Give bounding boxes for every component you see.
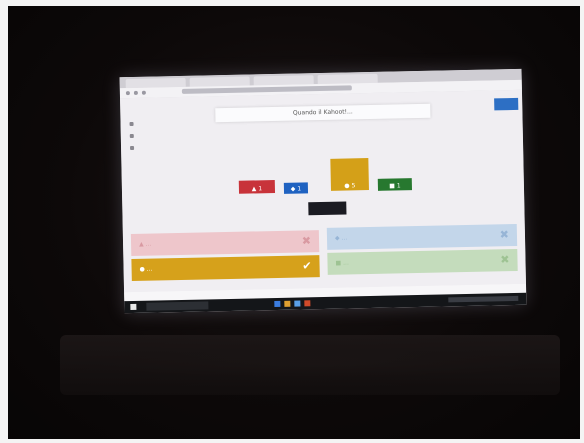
back-icon[interactable] xyxy=(125,91,130,96)
result-count: 1 xyxy=(297,185,302,193)
cross-icon: ✖ xyxy=(500,253,510,267)
image-border xyxy=(0,0,8,443)
next-button[interactable] xyxy=(494,97,519,111)
result-bar-blue: ◆ 1 xyxy=(283,182,309,194)
question-text: Quando il Kahoot!... xyxy=(215,103,431,123)
result-bar-label: ● 5 xyxy=(331,182,369,190)
taskbar-app-icon[interactable] xyxy=(284,300,291,307)
result-count: 5 xyxy=(351,182,356,190)
answer-text: ... xyxy=(145,240,152,248)
laptop-screen: Quando il Kahoot!... ▲ 1 ◆ 1 ● 5 ■ 1 ▲ ... ✖… xyxy=(119,68,527,314)
answer-count-box xyxy=(308,201,347,216)
quiz-results-page: Quando il Kahoot!... ▲ 1 ◆ 1 ● 5 ■ 1 ▲ ... ✖… xyxy=(120,89,526,293)
cross-icon: ✖ xyxy=(301,234,312,248)
windows-start-icon[interactable] xyxy=(130,303,137,311)
taskbar-app-icon[interactable] xyxy=(304,300,311,307)
answer-text: ... xyxy=(343,259,349,267)
result-bar-gold: ● 5 xyxy=(330,158,369,191)
result-bar-label: ▲ 1 xyxy=(239,185,275,193)
result-bar-green: ■ 1 xyxy=(377,178,413,191)
square-icon: ■ xyxy=(389,182,395,190)
answer-option-blue: ◆ ... ✖ xyxy=(326,223,518,250)
answer-option-red: ▲ ... ✖ xyxy=(130,230,320,257)
url-field[interactable] xyxy=(181,85,352,94)
check-icon: ✔ xyxy=(302,259,312,273)
result-count: 1 xyxy=(396,182,401,190)
answer-option-gold-correct: ● ... ✔ xyxy=(131,255,320,282)
triangle-icon: ▲ xyxy=(251,185,257,193)
side-icon[interactable] xyxy=(130,145,135,151)
answer-text: ... xyxy=(146,265,153,273)
taskbar-app-icon[interactable] xyxy=(294,300,301,307)
result-count: 1 xyxy=(258,185,263,193)
result-bar-label: ◆ 1 xyxy=(284,185,308,193)
result-bar-red: ▲ 1 xyxy=(238,180,276,194)
diamond-icon: ◆ xyxy=(334,234,340,242)
cross-icon: ✖ xyxy=(499,228,510,242)
taskbar-search[interactable] xyxy=(146,301,209,311)
image-border xyxy=(580,0,584,443)
circle-icon: ● xyxy=(344,182,350,190)
circle-icon: ● xyxy=(139,265,145,273)
image-border xyxy=(0,0,584,6)
answer-option-green: ■ ... ✖ xyxy=(327,248,518,275)
reload-icon[interactable] xyxy=(141,90,146,95)
diamond-icon: ◆ xyxy=(290,185,296,193)
laptop-base xyxy=(60,335,560,395)
side-icon[interactable] xyxy=(129,133,134,139)
square-icon: ■ xyxy=(335,259,342,267)
taskbar-app-icon[interactable] xyxy=(274,300,281,308)
forward-icon[interactable] xyxy=(133,90,138,95)
result-bar-label: ■ 1 xyxy=(378,182,412,190)
triangle-icon: ▲ xyxy=(139,240,144,248)
side-icon[interactable] xyxy=(129,121,134,127)
answer-text: ... xyxy=(341,234,348,242)
system-tray xyxy=(448,295,519,303)
image-border xyxy=(0,439,584,443)
